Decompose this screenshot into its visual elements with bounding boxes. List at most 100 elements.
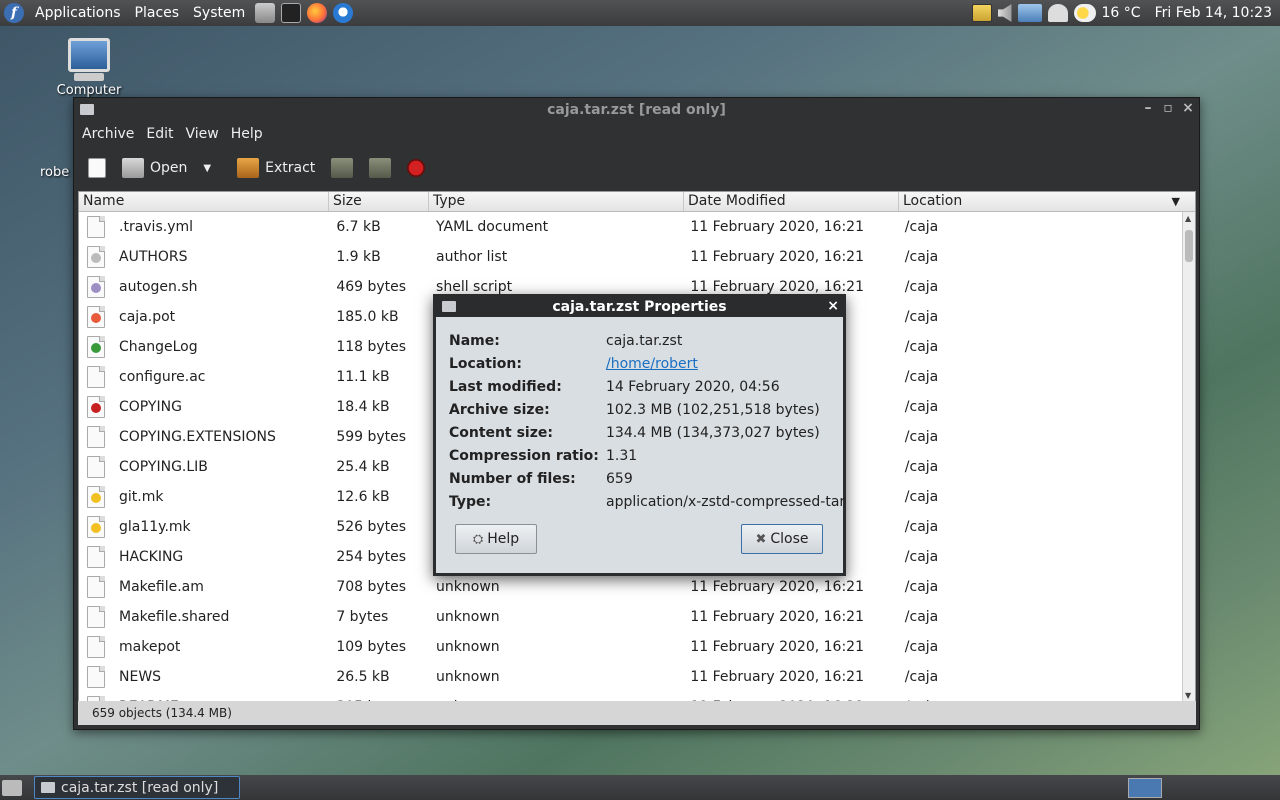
- file-icon: [87, 456, 105, 478]
- property-row: Content size: 134.4 MB (134,373,027 bytes…: [449, 421, 845, 444]
- updates-icon[interactable]: [1047, 4, 1068, 22]
- cell-type: unknown: [436, 639, 500, 655]
- new-archive-button[interactable]: [82, 154, 112, 182]
- dialog-close-icon[interactable]: ×: [827, 298, 839, 314]
- show-desktop-icon[interactable]: [2, 779, 22, 796]
- add-files-icon: [331, 158, 354, 178]
- taskbar-item-archive[interactable]: caja.tar.zst [read only]: [34, 776, 240, 799]
- table-row[interactable]: AUTHORS 1.9 kB author list 11 February 2020…: [79, 242, 1183, 272]
- menu-help[interactable]: Help: [225, 126, 269, 142]
- cell-name: makepot: [79, 636, 328, 658]
- scrollbar-thumb[interactable]: [1185, 230, 1193, 262]
- property-value: 1.31: [606, 447, 638, 464]
- close-button[interactable]: ✖ Close: [741, 524, 823, 554]
- table-row[interactable]: NEWS 26.5 kB unknown 11 February 2020, 16:2…: [79, 662, 1183, 692]
- open-recent-dropdown[interactable]: ▼: [197, 159, 217, 178]
- cell-type: author list: [436, 249, 508, 265]
- cell-size: 708 bytes: [336, 579, 407, 595]
- mail-icon[interactable]: [333, 3, 354, 23]
- cell-date: 11 February 2020, 16:21: [690, 669, 864, 685]
- cell-date: 11 February 2020, 16:21: [690, 579, 864, 595]
- cell-name: autogen.sh: [79, 276, 328, 298]
- file-icon: [87, 486, 105, 508]
- file-name: HACKING: [119, 549, 184, 565]
- column-size-header[interactable]: Size: [329, 192, 429, 211]
- column-location-header[interactable]: Location ▼: [899, 192, 1186, 211]
- cell-size: 7 bytes: [336, 609, 389, 625]
- table-row[interactable]: makepot 109 bytes unknown 11 February 2020,…: [79, 632, 1183, 662]
- menu-system[interactable]: System: [186, 0, 252, 26]
- table-row[interactable]: .travis.yml 6.7 kB YAML document 11 Februar…: [79, 212, 1183, 242]
- file-icon: [87, 426, 105, 448]
- minimize-icon[interactable]: –: [1141, 100, 1155, 116]
- file-name: caja.pot: [119, 309, 176, 325]
- property-row: Archive size: 102.3 MB (102,251,518 bytes…: [449, 398, 845, 421]
- cell-size: 25.4 kB: [336, 459, 390, 475]
- cell-size: 185.0 kB: [336, 309, 399, 325]
- cell-name: configure.ac: [79, 366, 328, 388]
- cell-location: /caja: [904, 369, 939, 385]
- cell-location: /caja: [904, 399, 939, 415]
- cell-name: AUTHORS: [79, 246, 328, 268]
- menu-archive[interactable]: Archive: [76, 126, 140, 142]
- menu-places[interactable]: Places: [128, 0, 187, 26]
- open-button[interactable]: Open: [116, 154, 193, 182]
- file-name: AUTHORS: [119, 249, 188, 265]
- cell-name: Makefile.am: [79, 576, 328, 598]
- close-x-icon: ✖: [755, 531, 767, 547]
- cell-size: 12.6 kB: [336, 489, 390, 505]
- window-icon[interactable]: [80, 104, 94, 115]
- cell-size: 11.1 kB: [336, 369, 390, 385]
- property-row: Type: application/x-zstd-compressed-tar: [449, 490, 845, 513]
- firefox-icon[interactable]: [307, 3, 328, 23]
- column-date-header[interactable]: Date Modified: [684, 192, 899, 211]
- workspace-switcher[interactable]: [1128, 777, 1162, 798]
- desktop-icon-home[interactable]: robe: [40, 165, 74, 180]
- vertical-scrollbar[interactable]: ▲ ▼: [1182, 212, 1195, 702]
- file-manager-icon[interactable]: [255, 3, 276, 23]
- extract-label: Extract: [265, 160, 316, 176]
- extract-button[interactable]: Extract: [231, 154, 321, 182]
- maximize-icon[interactable]: ▫: [1161, 100, 1175, 116]
- terminal-icon[interactable]: [281, 3, 302, 23]
- close-button-label: Close: [770, 531, 809, 547]
- archive-window-icon: [41, 782, 55, 793]
- file-name: configure.ac: [119, 369, 206, 385]
- weather-icon[interactable]: [1073, 4, 1096, 22]
- bottom-panel: caja.tar.zst [read only]: [0, 775, 1280, 800]
- scroll-up-icon[interactable]: ▲: [1185, 214, 1191, 223]
- file-icon: [87, 396, 105, 418]
- property-label: Compression ratio:: [449, 447, 599, 464]
- dialog-titlebar[interactable]: caja.tar.zst Properties ×: [436, 297, 843, 317]
- close-icon[interactable]: ×: [1181, 100, 1195, 116]
- volume-icon[interactable]: [997, 4, 1012, 22]
- location-link[interactable]: /home/robert: [606, 356, 698, 372]
- menu-edit[interactable]: Edit: [140, 126, 179, 142]
- stop-button[interactable]: [401, 155, 431, 181]
- menu-view[interactable]: View: [180, 126, 225, 142]
- desktop-icon-computer[interactable]: Computer: [52, 38, 126, 98]
- window-titlebar[interactable]: caja.tar.zst [read only] – ▫ ×: [74, 98, 1199, 122]
- clock[interactable]: Fri Feb 14, 10:23: [1155, 5, 1272, 21]
- property-row: Number of files: 659: [449, 467, 845, 490]
- column-name-header[interactable]: Name: [79, 192, 329, 211]
- dialog-window-icon[interactable]: [442, 301, 456, 312]
- file-name: autogen.sh: [119, 279, 198, 295]
- fedora-logo-icon[interactable]: f: [4, 3, 24, 23]
- column-type-header[interactable]: Type: [429, 192, 684, 211]
- menu-applications[interactable]: Applications: [28, 0, 128, 26]
- weather-temperature[interactable]: 16 °C: [1102, 5, 1141, 21]
- open-label: Open: [150, 160, 188, 176]
- scroll-down-icon[interactable]: ▼: [1185, 691, 1191, 700]
- table-row[interactable]: Makefile.shared 7 bytes unknown 11 February…: [79, 602, 1183, 632]
- cell-name: Makefile.shared: [79, 606, 328, 628]
- presentation-icon[interactable]: [971, 4, 992, 22]
- table-row[interactable]: Makefile.am 708 bytes unknown 11 February 2…: [79, 572, 1183, 602]
- network-icon[interactable]: [1017, 4, 1042, 22]
- add-folder-button[interactable]: [363, 154, 397, 182]
- help-button[interactable]: ⛭ Help: [455, 524, 537, 554]
- property-row: Compression ratio: 1.31: [449, 444, 845, 467]
- add-folder-icon: [369, 158, 392, 178]
- sort-arrow-icon[interactable]: ▼: [1172, 192, 1180, 211]
- add-files-button[interactable]: [325, 154, 359, 182]
